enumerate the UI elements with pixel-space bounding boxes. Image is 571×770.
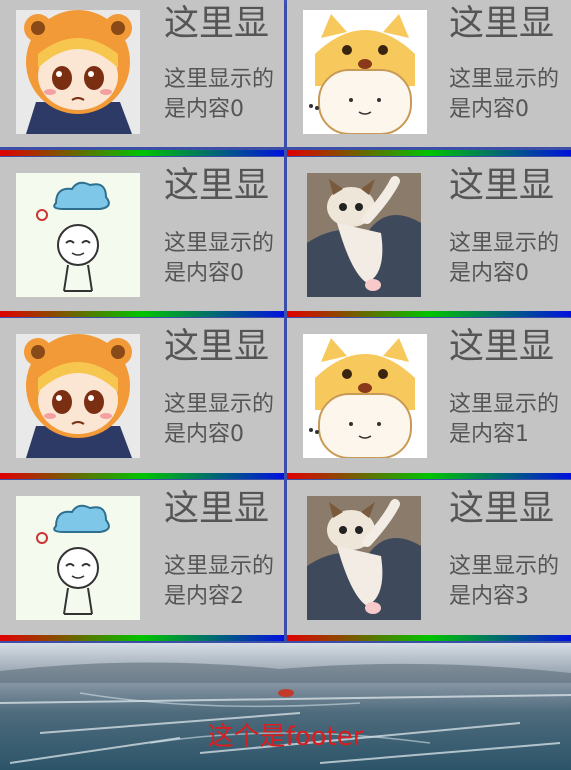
list-item[interactable]: 这里显 这里显示的是内容0 xyxy=(287,157,571,314)
gradient-divider xyxy=(0,150,284,156)
list-item[interactable]: 这里显 这里显示的是内容0 xyxy=(0,157,284,314)
list-item[interactable]: 这里显 这里显示的是内容0 xyxy=(0,0,284,147)
item-content: 这里显示的是内容0 xyxy=(449,67,560,122)
gradient-divider xyxy=(287,311,571,317)
gradient-divider xyxy=(0,473,284,479)
shiba-dog-image xyxy=(303,334,427,458)
item-title: 这里显 xyxy=(164,489,270,529)
footer-label: 这个是footer xyxy=(207,722,364,752)
item-title: 这里显 xyxy=(164,327,270,367)
gradient-divider xyxy=(287,635,571,641)
item-content: 这里显示的是内容1 xyxy=(449,392,560,447)
item-content: 这里显示的是内容0 xyxy=(164,392,275,447)
gradient-divider xyxy=(287,150,571,156)
list-item[interactable]: 这里显 这里显示的是内容1 xyxy=(287,318,571,475)
gradient-divider xyxy=(0,635,284,641)
item-content: 这里显示的是内容0 xyxy=(164,67,275,122)
item-title: 这里显 xyxy=(449,327,555,367)
list-item[interactable]: 这里显 这里显示的是内容0 xyxy=(287,0,571,147)
item-title: 这里显 xyxy=(449,166,555,206)
kitten-image xyxy=(307,496,421,620)
list-item[interactable]: 这里显 这里显示的是内容3 xyxy=(287,480,571,637)
item-content: 这里显示的是内容3 xyxy=(449,554,560,609)
item-content: 这里显示的是内容0 xyxy=(449,231,560,286)
list-item[interactable]: 这里显 这里显示的是内容0 xyxy=(0,318,284,475)
gradient-divider xyxy=(0,311,284,317)
list-item[interactable]: 这里显 这里显示的是内容2 xyxy=(0,480,284,637)
kitten-image xyxy=(307,173,421,297)
shiba-dog-image xyxy=(303,10,427,134)
anime-girl-image xyxy=(16,10,140,134)
gradient-divider xyxy=(287,473,571,479)
item-title: 这里显 xyxy=(164,4,270,44)
cloud-doodle-image xyxy=(16,496,140,620)
item-title: 这里显 xyxy=(449,4,555,44)
item-title: 这里显 xyxy=(449,489,555,529)
item-content: 这里显示的是内容0 xyxy=(164,231,275,286)
item-content: 这里显示的是内容2 xyxy=(164,554,275,609)
cloud-doodle-image xyxy=(16,173,140,297)
item-title: 这里显 xyxy=(164,166,270,206)
anime-girl-image xyxy=(16,334,140,458)
